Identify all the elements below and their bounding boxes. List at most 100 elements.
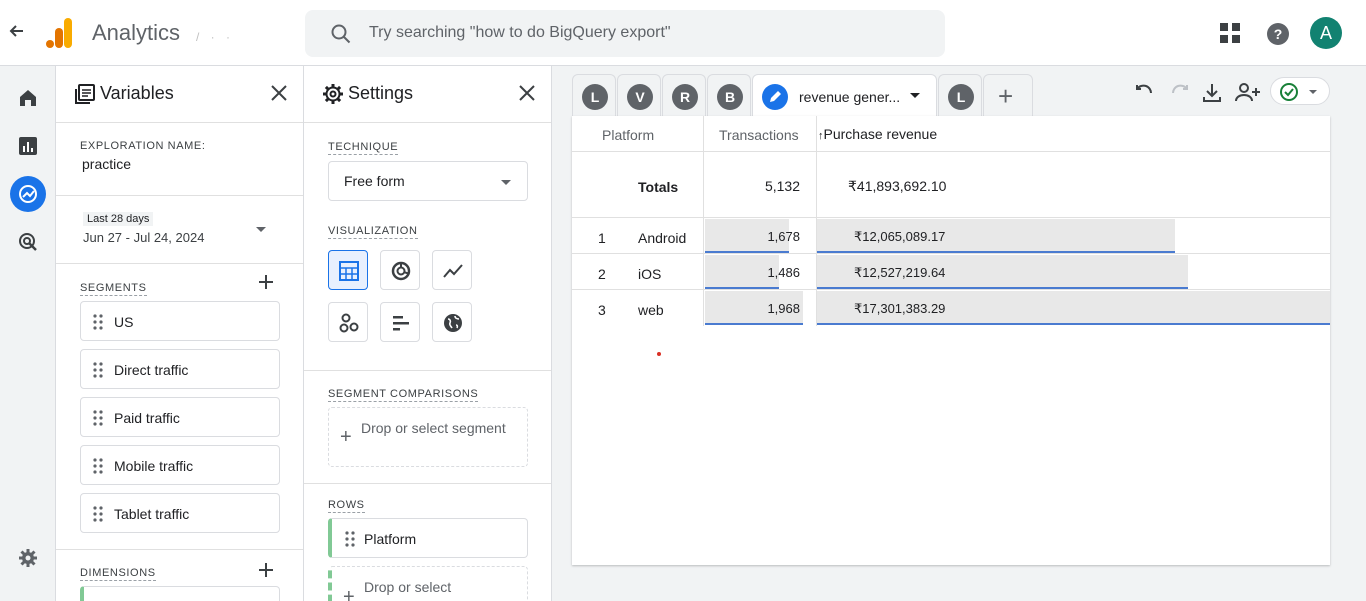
tab-badge: B [717, 84, 743, 110]
exploration-name-label: EXPLORATION NAME: [80, 140, 206, 152]
variables-icon [74, 83, 96, 105]
close-settings-icon[interactable] [517, 83, 537, 103]
add-tab-button[interactable]: + [983, 74, 1033, 116]
visualization-label: VISUALIZATION [328, 225, 418, 239]
app-title: Analytics [92, 20, 181, 45]
visualization-label-wrap: VISUALIZATION [328, 221, 418, 239]
search-placeholder: Try searching "how to do BigQuery export… [369, 24, 671, 41]
row-platform[interactable]: iOS [638, 266, 661, 282]
dimensions-label: DIMENSIONS [80, 567, 156, 581]
bar-chart-icon[interactable] [380, 302, 420, 342]
geo-map-icon[interactable] [432, 302, 472, 342]
technique-label: TECHNIQUE [328, 141, 399, 155]
dimensions-label-wrap: DIMENSIONS [80, 563, 156, 581]
tab-l2[interactable]: L [938, 74, 982, 116]
drag-handle-icon[interactable] [93, 458, 103, 474]
tab-b[interactable]: B [707, 74, 751, 116]
totals-transactions: 5,132 [764, 178, 800, 194]
home-icon[interactable] [10, 80, 46, 116]
drag-handle-icon[interactable] [93, 506, 103, 522]
edit-pencil-icon[interactable] [762, 84, 788, 110]
variables-title: Variables [100, 83, 174, 103]
rows-label-wrap: ROWS [328, 495, 365, 513]
analytics-logo-icon [46, 18, 74, 48]
chevron-down-icon[interactable] [910, 93, 920, 98]
dimension-chip[interactable] [80, 586, 280, 601]
exploration-name-input[interactable]: practice [82, 156, 131, 172]
row-platform[interactable]: Android [638, 230, 686, 246]
gear-icon [322, 83, 344, 105]
line-chart-icon[interactable] [432, 250, 472, 290]
reports-icon[interactable] [10, 128, 46, 164]
divider [56, 549, 303, 550]
search-icon [329, 22, 353, 46]
svg-text:?: ? [1274, 26, 1283, 42]
column-header-label: Purchase revenue [823, 126, 938, 142]
redo-icon[interactable] [1168, 81, 1192, 105]
tab-l[interactable]: L [572, 74, 616, 116]
plus-icon: + [343, 586, 355, 601]
explore-icon[interactable] [10, 176, 46, 212]
tab-badge: L [948, 84, 974, 110]
date-range-text: Jun 27 - Jul 24, 2024 [83, 230, 205, 245]
scatter-plot-icon[interactable] [328, 302, 368, 342]
status-check-dropdown[interactable] [1270, 77, 1330, 105]
segment-label: US [114, 314, 134, 330]
column-header-transactions[interactable]: Transactions [719, 117, 799, 153]
add-segment-icon[interactable] [258, 274, 274, 290]
row-transactions: 1,678 [767, 229, 800, 244]
segment-chip[interactable]: US [80, 301, 280, 341]
row-divider [572, 253, 1330, 254]
row-index: 1 [598, 230, 606, 246]
add-dimension-icon[interactable] [258, 562, 274, 578]
tab-active[interactable]: revenue gener... [752, 74, 937, 116]
segment-comparisons-label-wrap: SEGMENT COMPARISONS [328, 384, 479, 402]
help-icon[interactable]: ? [1266, 22, 1290, 46]
share-user-icon[interactable] [1234, 81, 1262, 105]
back-arrow-icon[interactable] [8, 22, 26, 44]
undo-icon[interactable] [1132, 81, 1156, 105]
download-icon[interactable] [1200, 81, 1224, 105]
tab-badge: R [672, 84, 698, 110]
row-revenue: ₹12,065,089.17 [854, 229, 946, 244]
segment-chip[interactable]: Mobile traffic [80, 445, 280, 485]
technique-select[interactable]: Free form [328, 161, 528, 201]
plus-icon: + [998, 81, 1014, 111]
settings-header: Settings [304, 66, 551, 123]
segment-chip[interactable]: Tablet traffic [80, 493, 280, 533]
search-bar[interactable]: Try searching "how to do BigQuery export… [305, 10, 945, 57]
divider [56, 263, 303, 264]
apps-grid-icon[interactable] [1219, 22, 1241, 44]
settings-gear-icon[interactable] [10, 540, 46, 576]
row-transactions: 1,968 [767, 301, 800, 316]
row-platform[interactable]: web [638, 302, 664, 318]
chevron-down-icon [1309, 90, 1317, 94]
date-range-picker[interactable]: Last 28 days Jun 27 - Jul 24, 2024 [80, 211, 280, 251]
tab-r[interactable]: R [662, 74, 706, 116]
advertising-icon[interactable] [10, 224, 46, 260]
totals-revenue: ₹41,893,692.10 [848, 178, 947, 194]
row-chip-platform[interactable]: Platform [328, 518, 528, 558]
row-divider [572, 289, 1330, 290]
row-revenue: ₹12,527,219.64 [854, 265, 946, 280]
segment-label: Tablet traffic [114, 506, 190, 522]
drag-handle-icon[interactable] [93, 362, 103, 378]
drag-handle-icon[interactable] [93, 410, 103, 426]
donut-chart-icon[interactable] [380, 250, 420, 290]
tab-v[interactable]: V [617, 74, 661, 116]
rows-dropzone[interactable]: + Drop or select [328, 566, 528, 601]
drag-handle-icon[interactable] [345, 531, 355, 547]
avatar[interactable]: A [1310, 17, 1342, 49]
account-selector[interactable]: / · · [196, 30, 234, 44]
divider [304, 483, 551, 484]
segment-chip[interactable]: Paid traffic [80, 397, 280, 437]
table-viz-icon[interactable] [328, 250, 368, 290]
date-preset-badge: Last 28 days [83, 212, 154, 226]
column-header-purchase-revenue[interactable]: ↑Purchase revenue [818, 116, 937, 152]
close-variables-icon[interactable] [269, 83, 289, 103]
free-form-table: Platform Transactions ↑Purchase revenue … [572, 116, 1330, 565]
column-header-platform[interactable]: Platform [602, 117, 654, 153]
segment-chip[interactable]: Direct traffic [80, 349, 280, 389]
drag-handle-icon[interactable] [93, 314, 103, 330]
segment-comparison-dropzone[interactable]: + Drop or select segment [328, 407, 528, 467]
